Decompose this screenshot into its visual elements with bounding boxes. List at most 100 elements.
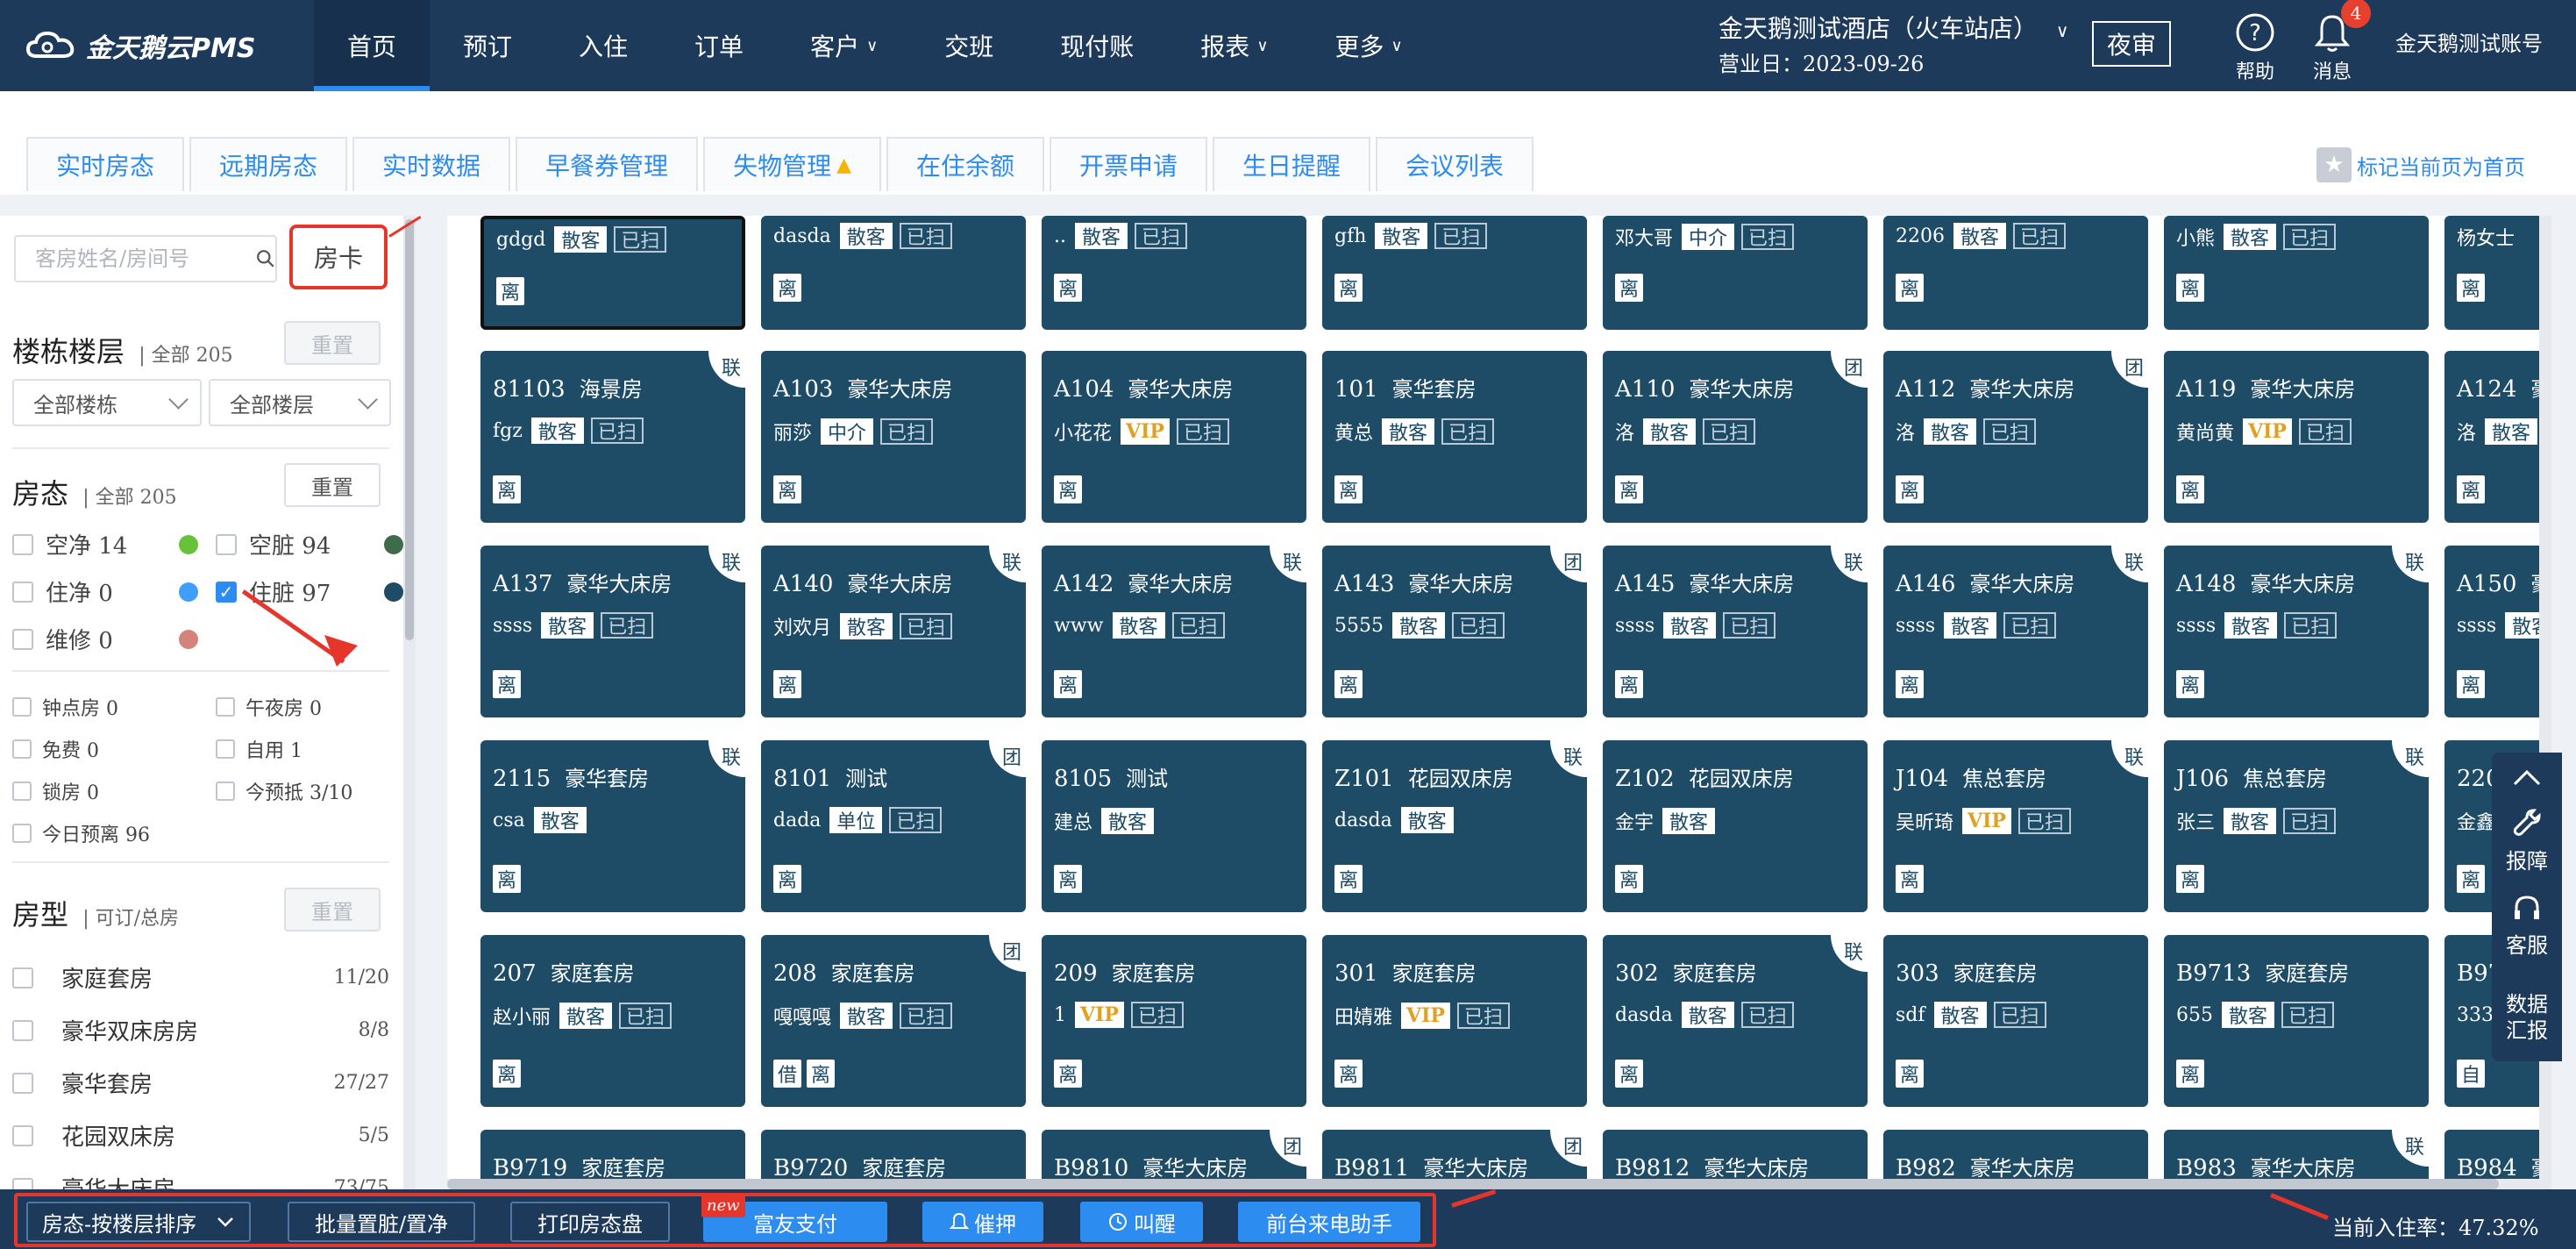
- guest-room-search[interactable]: [14, 235, 277, 282]
- function-tab[interactable]: 会议列表: [1376, 137, 1534, 191]
- checkbox[interactable]: [12, 1124, 33, 1146]
- room-card[interactable]: 209 家庭套房 1 VIP 已扫离: [1042, 935, 1306, 1107]
- room-card[interactable]: J104 焦总套房 吴昕琦 VIP 已扫离 联: [1883, 740, 2148, 912]
- function-tab[interactable]: 在住余额: [886, 137, 1045, 191]
- room-card[interactable]: B9720 家庭套房: [761, 1130, 1026, 1181]
- room-status-option[interactable]: 住净 0: [12, 575, 198, 608]
- room-card[interactable]: A119 豪华大床房 黄尚黄 VIP 已扫离: [2164, 351, 2429, 523]
- function-tab[interactable]: 失物管理 ▲: [703, 137, 881, 191]
- nav-item[interactable]: 首页: [314, 0, 431, 91]
- room-card-button[interactable]: 房卡: [289, 225, 388, 289]
- room-card[interactable]: 2206 散客 已扫离: [1883, 216, 2148, 330]
- status-reset-button[interactable]: 重置: [284, 463, 381, 507]
- room-card[interactable]: 8105 测试 建总 散客离: [1042, 740, 1306, 912]
- room-card[interactable]: A150豪华大床房 ssss 散客离: [2444, 546, 2541, 717]
- room-status-option[interactable]: 空净 14: [12, 528, 198, 560]
- room-type-option[interactable]: 豪华大床房 73/75: [12, 1172, 389, 1189]
- room-flag-option[interactable]: 钟点房 0: [12, 693, 118, 721]
- room-card[interactable]: A104 豪华大床房 小花花 VIP 已扫离: [1042, 351, 1306, 523]
- function-tab[interactable]: 生日提醒: [1213, 137, 1371, 191]
- app-logo[interactable]: 金天鹅云PMS: [25, 26, 255, 65]
- nav-item[interactable]: 客户 ∨: [777, 0, 911, 91]
- room-card[interactable]: J106 焦总套房 张三 散客 已扫离 联: [2164, 740, 2429, 912]
- room-flag-option[interactable]: 今日预离 96: [12, 819, 150, 847]
- room-type-option[interactable]: 家庭套房 11/20: [12, 961, 389, 994]
- checkbox[interactable]: [216, 739, 235, 759]
- checkbox[interactable]: [12, 697, 32, 717]
- checkbox[interactable]: [12, 533, 33, 555]
- checkbox[interactable]: [12, 1072, 33, 1094]
- search-input[interactable]: [33, 246, 247, 272]
- hotel-switcher[interactable]: 金天鹅测试酒店（火车站店） ∨ 营业日：2023-09-26: [1719, 12, 2069, 81]
- room-type-option[interactable]: 豪华套房 27/27: [12, 1067, 389, 1099]
- checkbox[interactable]: [12, 628, 33, 650]
- room-card[interactable]: A142 豪华大床房 www 散客 已扫离 联: [1042, 546, 1306, 717]
- nav-item[interactable]: 报表 ∨: [1167, 0, 1301, 91]
- room-card[interactable]: 8101 测试 dada 单位 已扫离 团: [761, 740, 1026, 912]
- nav-item[interactable]: 交班: [911, 0, 1027, 91]
- room-card[interactable]: A112 豪华大床房洛散客 已扫离 团: [1883, 351, 2148, 523]
- room-card[interactable]: dasda 散客 已扫离: [761, 216, 1026, 330]
- room-flag-option[interactable]: 自用 1: [216, 735, 302, 763]
- room-flag-option[interactable]: 锁房 0: [12, 777, 99, 805]
- room-card[interactable]: 302 家庭套房 dasda 散客 已扫离 联: [1603, 935, 1868, 1107]
- function-tab[interactable]: 实时房态: [26, 137, 185, 191]
- checkbox[interactable]: [12, 782, 32, 801]
- scroll-top-button[interactable]: [2492, 765, 2562, 796]
- room-card[interactable]: A146 豪华大床房 ssss 散客 已扫离 联: [1883, 546, 2148, 717]
- nav-item[interactable]: 预订: [430, 0, 545, 91]
- checkbox[interactable]: ✓: [216, 581, 237, 603]
- deposit-reminder-button[interactable]: 催押: [922, 1202, 1043, 1242]
- data-report-button[interactable]: 数据 汇报: [2492, 991, 2562, 1044]
- checkbox[interactable]: [216, 533, 237, 555]
- room-card[interactable]: 邓大哥 中介 已扫离: [1603, 216, 1868, 330]
- checkbox[interactable]: [12, 967, 33, 988]
- room-card[interactable]: Z102 花园双床房 金宇 散客离: [1603, 740, 1868, 912]
- room-card[interactable]: 81103 海景房 fgz 散客 已扫离 联: [480, 351, 745, 523]
- room-card[interactable]: Z101 花园双床房 dasda 散客离 联: [1322, 740, 1587, 912]
- room-card[interactable]: A124豪华大床房洛散客离: [2444, 351, 2541, 523]
- room-card[interactable]: B983 豪华大床房 联: [2164, 1130, 2429, 1181]
- checkbox[interactable]: [12, 739, 32, 759]
- room-status-option[interactable]: 空脏 94: [216, 528, 403, 560]
- room-card[interactable]: .. 散客 已扫离: [1042, 216, 1306, 330]
- grid-horizontal-scrollbar-thumb[interactable]: [447, 1179, 2499, 1189]
- checkbox[interactable]: [12, 824, 32, 843]
- function-tab[interactable]: 开票申请: [1050, 137, 1208, 191]
- floor-select[interactable]: 全部楼层: [209, 379, 391, 426]
- search-icon[interactable]: [256, 246, 275, 272]
- messages-button[interactable]: 4 消息: [2297, 0, 2371, 84]
- checkbox[interactable]: [216, 782, 235, 801]
- checkbox[interactable]: [12, 1177, 33, 1189]
- room-card[interactable]: B984豪华大床房: [2444, 1130, 2541, 1181]
- room-card[interactable]: A143 豪华大床房 5555 散客 已扫离 团: [1322, 546, 1587, 717]
- room-card[interactable]: A148 豪华大床房 ssss 散客 已扫离 联: [2164, 546, 2429, 717]
- function-tab[interactable]: 早餐券管理: [516, 137, 699, 191]
- report-fault-button[interactable]: 报障: [2492, 807, 2562, 874]
- room-card[interactable]: A110 豪华大床房洛散客 已扫离 团: [1603, 351, 1868, 523]
- print-room-status-button[interactable]: 打印房态盘: [510, 1202, 670, 1242]
- checkbox[interactable]: [216, 697, 235, 717]
- room-card[interactable]: 101 豪华套房 黄总 散客 已扫离: [1322, 351, 1587, 523]
- room-card[interactable]: 208 家庭套房 嘎嘎嘎 散客 已扫借离 团: [761, 935, 1026, 1107]
- room-flag-option[interactable]: 免费 0: [12, 735, 99, 763]
- nav-item[interactable]: 现付账: [1027, 0, 1167, 91]
- sort-select[interactable]: 房态-按楼层排序: [26, 1202, 251, 1242]
- account-menu[interactable]: 金天鹅测试账号: [2395, 26, 2543, 57]
- room-flag-option[interactable]: 午夜房 0: [216, 693, 322, 721]
- room-status-option[interactable]: 维修 0: [12, 623, 198, 655]
- room-card[interactable]: B9812 豪华大床房: [1603, 1130, 1868, 1181]
- room-type-reset-button[interactable]: 重置: [284, 888, 381, 931]
- room-card[interactable]: 303 家庭套房 sdf 散客 已扫离: [1883, 935, 2148, 1107]
- room-card[interactable]: 杨女士离: [2444, 216, 2541, 330]
- function-tab[interactable]: 远期房态: [189, 137, 348, 191]
- checkbox[interactable]: [12, 1019, 33, 1041]
- room-card[interactable]: B9811 豪华大床房团: [1322, 1130, 1587, 1181]
- help-button[interactable]: ? 帮助: [2220, 9, 2290, 84]
- nav-item[interactable]: 更多 ∨: [1302, 0, 1436, 91]
- night-audit-button[interactable]: 夜审: [2092, 21, 2171, 67]
- room-card[interactable]: gfh 散客 已扫离: [1322, 216, 1587, 330]
- room-card[interactable]: A137 豪华大床房 ssss 散客 已扫离 联: [480, 546, 745, 717]
- room-card[interactable]: A103 豪华大床房 丽莎 中介 已扫离: [761, 351, 1026, 523]
- nav-item[interactable]: 订单: [661, 0, 777, 91]
